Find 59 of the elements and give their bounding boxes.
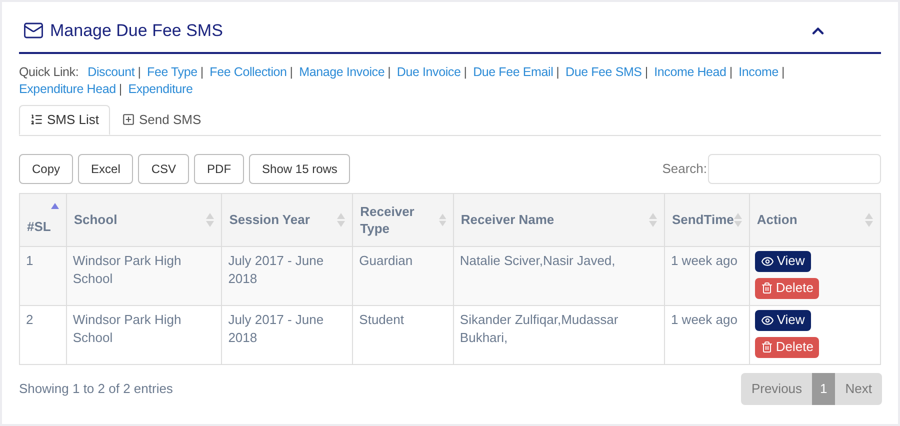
list-icon bbox=[30, 113, 43, 126]
quick-link[interactable]: Manage Invoice bbox=[299, 64, 385, 78]
table-cell: Student bbox=[359, 312, 404, 326]
quick-link[interactable]: Expenditure bbox=[128, 82, 193, 96]
quick-link[interactable]: Due Fee SMS bbox=[566, 64, 642, 78]
quick-link[interactable]: Income bbox=[738, 64, 778, 78]
table-cell: Sikander Zulfiqar,Mudassar Bukhari, bbox=[460, 312, 618, 344]
column-header[interactable]: Receiver Name bbox=[460, 211, 554, 228]
quick-link[interactable]: Due Fee Email bbox=[473, 64, 554, 78]
quick-link[interactable]: Income Head bbox=[654, 64, 726, 78]
table-cell: July 2017 - June 2018 bbox=[228, 312, 324, 344]
tab[interactable]: Send SMS bbox=[110, 104, 214, 134]
tab[interactable]: SMS List bbox=[19, 104, 110, 134]
trash-icon bbox=[760, 341, 773, 353]
search-field[interactable] bbox=[708, 154, 881, 184]
link-separator: | bbox=[781, 64, 785, 78]
view-button[interactable]: View bbox=[754, 310, 811, 330]
quick-link[interactable]: Discount bbox=[88, 64, 135, 78]
column-header[interactable]: Session Year bbox=[229, 211, 310, 228]
link-separator: | bbox=[200, 64, 204, 78]
panel-title: Manage Due Fee SMS bbox=[50, 20, 223, 42]
quick-link[interactable]: Due Invoice bbox=[396, 64, 461, 78]
link-separator: | bbox=[464, 64, 467, 78]
plus-icon bbox=[122, 113, 136, 126]
column-header[interactable]: Action bbox=[756, 211, 798, 228]
table-cell: 2 bbox=[26, 312, 34, 326]
table-cell: Windsor Park High School bbox=[72, 252, 182, 286]
table-cell: 1 bbox=[26, 252, 34, 268]
quick-link[interactable]: Fee Collection bbox=[210, 64, 287, 78]
link-separator: | bbox=[118, 82, 122, 96]
quick-link[interactable]: Expenditure Head bbox=[19, 82, 116, 96]
quick-link[interactable]: Fee Type bbox=[147, 64, 198, 78]
link-separator: | bbox=[729, 64, 732, 78]
delete-button[interactable]: Delete bbox=[754, 278, 820, 298]
link-separator: | bbox=[138, 64, 141, 78]
eye-icon bbox=[760, 314, 774, 326]
link-separator: | bbox=[556, 64, 560, 78]
table-cell: Natalie Sciver,Nasir Javed, bbox=[460, 252, 616, 268]
eye-icon bbox=[760, 254, 774, 268]
link-separator: | bbox=[644, 64, 648, 78]
table-cell: Windsor Park High School bbox=[72, 312, 182, 344]
table-cell: July 2017 - June 2018 bbox=[228, 252, 324, 286]
column-header[interactable]: School bbox=[74, 211, 118, 228]
link-separator: | bbox=[388, 64, 391, 78]
link-separator: | bbox=[290, 64, 293, 78]
export-button[interactable]: Show 15 rows bbox=[249, 154, 350, 184]
export-button[interactable]: Excel bbox=[78, 154, 134, 184]
table-cell: 1 week ago bbox=[670, 312, 738, 326]
search-label: Search: bbox=[662, 160, 707, 178]
table-cell: 1 week ago bbox=[670, 252, 738, 268]
delete-button[interactable]: Delete bbox=[754, 336, 820, 358]
export-button[interactable]: Copy bbox=[19, 154, 74, 184]
trash-icon bbox=[760, 282, 773, 294]
export-button[interactable]: CSV bbox=[138, 154, 190, 184]
entries-info: Showing 1 to 2 of 2 entries bbox=[19, 380, 173, 398]
table-cell: Guardian bbox=[359, 252, 413, 268]
export-button[interactable]: PDF bbox=[194, 154, 244, 184]
view-button[interactable]: View bbox=[754, 250, 811, 272]
quick-link-label: Quick Link: bbox=[19, 64, 79, 78]
